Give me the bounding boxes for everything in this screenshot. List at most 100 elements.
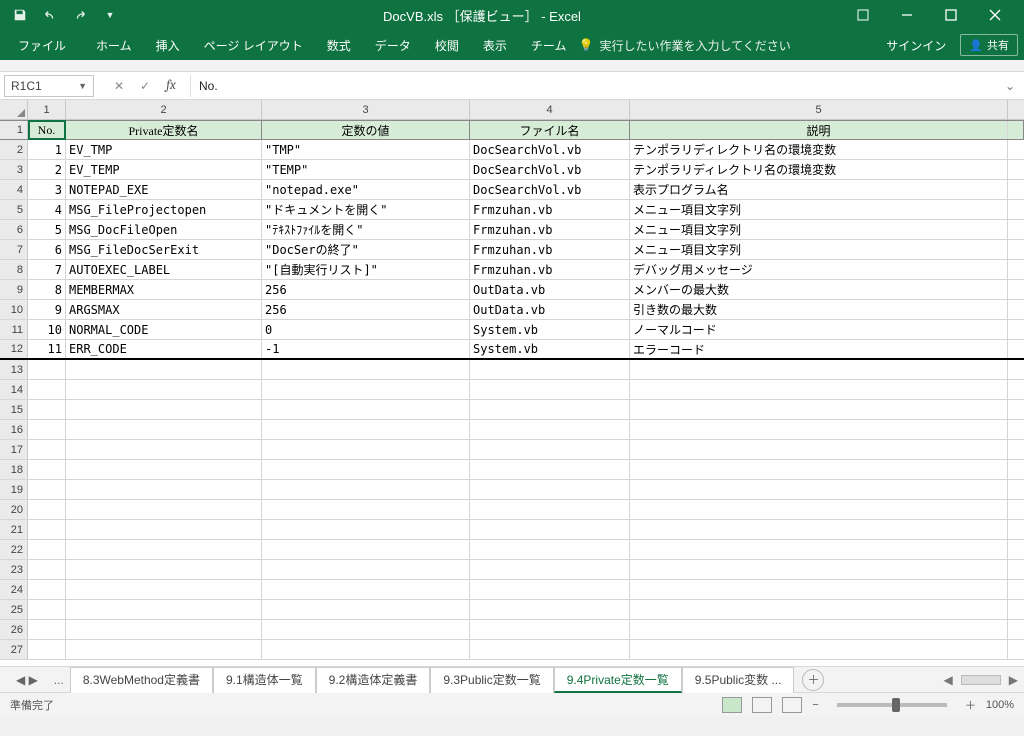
cell[interactable] (630, 480, 1008, 499)
enter-formula-button[interactable]: ✓ (132, 75, 158, 97)
row-header[interactable]: 7 (0, 240, 28, 259)
cell[interactable]: "ﾃｷｽﾄﾌｧｲﾙを開く" (262, 220, 470, 239)
cell[interactable] (630, 440, 1008, 459)
grid-body[interactable]: 1No.Private定数名定数の値ファイル名説明21EV_TMP"TMP"Do… (0, 120, 1024, 666)
new-sheet-button[interactable]: ＋ (802, 669, 824, 691)
cell[interactable] (470, 620, 630, 639)
cell[interactable]: Frmzuhan.vb (470, 260, 630, 279)
zoom-out-button[interactable]: − (812, 699, 818, 711)
cell[interactable] (470, 360, 630, 379)
cell[interactable]: ARGSMAX (66, 300, 262, 319)
cell[interactable]: MSG_DocFileOpen (66, 220, 262, 239)
cell[interactable]: DocSearchVol.vb (470, 140, 630, 159)
cell[interactable]: MSG_FileDocSerExit (66, 240, 262, 259)
sheet-tab[interactable]: 9.1構造体一覧 (213, 667, 316, 693)
cell[interactable]: エラーコード (630, 340, 1008, 358)
col-header[interactable]: 4 (470, 100, 630, 119)
cell[interactable]: テンポラリディレクトリ名の環境変数 (630, 160, 1008, 179)
cell[interactable] (470, 480, 630, 499)
cell[interactable] (28, 400, 66, 419)
cell[interactable] (262, 380, 470, 399)
cell[interactable] (28, 600, 66, 619)
cell[interactable]: "ドキュメントを開く" (262, 200, 470, 219)
cell[interactable] (630, 360, 1008, 379)
sheet-tab[interactable]: 9.4Private定数一覧 (554, 667, 682, 693)
cell[interactable]: 256 (262, 300, 470, 319)
cell[interactable]: No. (28, 121, 66, 139)
cell[interactable] (262, 480, 470, 499)
cell[interactable] (470, 580, 630, 599)
qat-customize-dropdown[interactable]: ▼ (98, 3, 122, 27)
cell[interactable] (28, 360, 66, 379)
cell[interactable] (262, 360, 470, 379)
share-button[interactable]: 👤 共有 (960, 34, 1018, 56)
cell[interactable]: メンバーの最大数 (630, 280, 1008, 299)
cell[interactable]: NORMAL_CODE (66, 320, 262, 339)
row-header[interactable]: 19 (0, 480, 28, 499)
cell[interactable] (66, 360, 262, 379)
cell[interactable] (66, 560, 262, 579)
view-pagelayout-button[interactable] (752, 697, 772, 713)
ribbon-tab[interactable]: 校閲 (423, 30, 471, 60)
cell[interactable] (28, 620, 66, 639)
cell[interactable]: 引き数の最大数 (630, 300, 1008, 319)
row-header[interactable]: 20 (0, 500, 28, 519)
row-header[interactable]: 14 (0, 380, 28, 399)
cell[interactable] (66, 380, 262, 399)
cell[interactable] (630, 520, 1008, 539)
cell[interactable]: 表示プログラム名 (630, 180, 1008, 199)
col-header[interactable]: 2 (66, 100, 262, 119)
cell[interactable] (66, 540, 262, 559)
cell[interactable] (66, 500, 262, 519)
cell[interactable]: メニュー項目文字列 (630, 220, 1008, 239)
cell[interactable]: "notepad.exe" (262, 180, 470, 199)
tabs-overflow-indicator[interactable]: ... (48, 673, 70, 687)
tell-me-search[interactable]: 💡 実行したい作業を入力してください (578, 37, 790, 54)
cell[interactable] (66, 400, 262, 419)
row-header[interactable]: 22 (0, 540, 28, 559)
insert-function-button[interactable]: fx (158, 75, 184, 97)
ribbon-tab[interactable]: チーム (519, 30, 579, 60)
cell[interactable] (66, 620, 262, 639)
cell[interactable] (630, 380, 1008, 399)
maximize-button[interactable] (930, 1, 972, 29)
zoom-level-label[interactable]: 100% (986, 699, 1014, 711)
cell[interactable] (262, 420, 470, 439)
cell[interactable]: 256 (262, 280, 470, 299)
cell[interactable]: 11 (28, 340, 66, 358)
cell[interactable] (262, 540, 470, 559)
cell[interactable] (470, 520, 630, 539)
row-header[interactable]: 17 (0, 440, 28, 459)
ribbon-tab[interactable]: 表示 (471, 30, 519, 60)
save-button[interactable] (8, 3, 32, 27)
cell[interactable]: メニュー項目文字列 (630, 240, 1008, 259)
cell[interactable]: 説明 (630, 121, 1008, 139)
cell[interactable] (66, 600, 262, 619)
close-button[interactable] (974, 1, 1016, 29)
cell[interactable] (630, 420, 1008, 439)
cell[interactable] (28, 580, 66, 599)
ribbon-tab[interactable]: 挿入 (144, 30, 192, 60)
cell[interactable] (28, 500, 66, 519)
row-header[interactable]: 8 (0, 260, 28, 279)
cell[interactable]: ノーマルコード (630, 320, 1008, 339)
cell[interactable] (630, 400, 1008, 419)
cell[interactable] (630, 560, 1008, 579)
cell[interactable]: "[自動実行リスト]" (262, 260, 470, 279)
cell[interactable]: Frmzuhan.vb (470, 240, 630, 259)
cell[interactable] (28, 440, 66, 459)
view-pagebreak-button[interactable] (782, 697, 802, 713)
cell[interactable] (630, 600, 1008, 619)
ribbon-tab[interactable]: ホーム (84, 30, 144, 60)
row-header[interactable]: 5 (0, 200, 28, 219)
row-header[interactable]: 1 (0, 121, 28, 139)
cell[interactable]: 5 (28, 220, 66, 239)
sheet-tab[interactable]: 9.2構造体定義書 (316, 667, 431, 693)
cell[interactable]: Frmzuhan.vb (470, 200, 630, 219)
row-header[interactable]: 3 (0, 160, 28, 179)
cell[interactable]: 6 (28, 240, 66, 259)
row-header[interactable]: 21 (0, 520, 28, 539)
cell[interactable] (262, 400, 470, 419)
formula-bar-expand-button[interactable]: ⌄ (1000, 79, 1020, 93)
cell[interactable]: 9 (28, 300, 66, 319)
